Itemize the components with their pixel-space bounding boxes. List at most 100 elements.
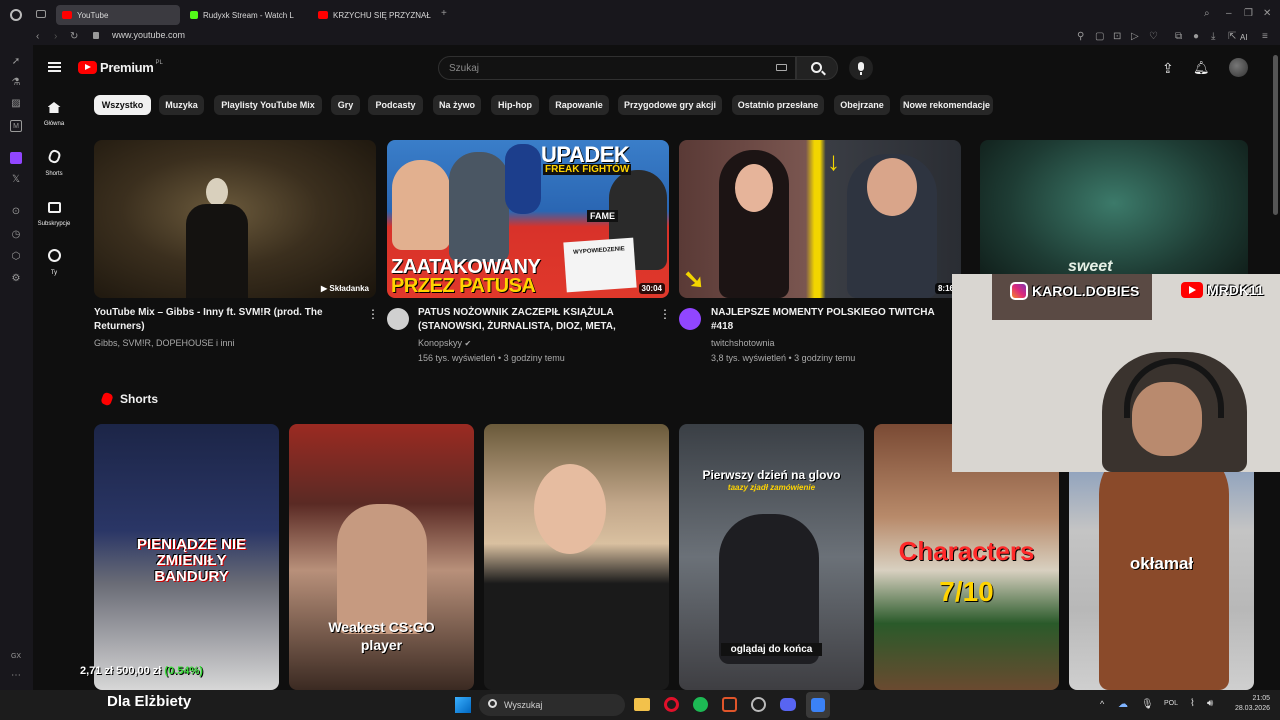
twitch-icon[interactable] [10,152,22,164]
brave-icon[interactable] [722,697,737,712]
maximize-icon[interactable]: ❐ [1244,9,1253,19]
chip-hiphop[interactable]: Hip-hop [491,95,539,115]
sidebar-item-subscriptions[interactable]: Subskrypcje [33,200,75,227]
lock-icon [93,32,99,39]
video-thumbnail[interactable]: UPADEK FREAK FIGHTÓW FAME WYPOWIEDZENIE … [387,140,669,298]
search-tabs-icon[interactable]: ⌕ [1204,9,1210,19]
extension-icon[interactable]: ⊡ [1113,32,1121,42]
video-channel[interactable]: twitchshotownia [711,336,775,350]
discord-icon[interactable] [780,698,796,711]
settings-icon[interactable]: ⚙ [10,273,22,285]
app-icon[interactable] [751,697,766,712]
chip-live[interactable]: Na żywo [433,95,481,115]
tab-kick[interactable]: Rudyxk Stream - Watch L [184,5,308,25]
clock[interactable]: 21:05 28.03.2026 [1226,694,1270,714]
image-icon[interactable]: ▨ [10,98,22,110]
chip-youtube-mix[interactable]: Playlisty YouTube Mix [214,95,322,115]
video-channel[interactable]: Konopskyy ✔ [418,336,471,351]
hamburger-menu-icon[interactable] [48,62,61,72]
opera-logo-icon[interactable] [10,9,22,21]
short-card[interactable]: PIENIĄDZE NIE ZMIENIŁY BANDURY [94,424,279,690]
short-card[interactable] [484,424,669,690]
cube-icon[interactable]: ⬡ [10,251,22,263]
flask-icon[interactable]: ⚗ [10,77,22,89]
arrow-icon[interactable]: ➚ [10,56,22,68]
keyboard-icon[interactable] [776,64,787,71]
ai-label[interactable]: AI [1240,33,1248,43]
player-icon[interactable]: ▷ [1131,32,1139,42]
tab-youtube[interactable]: YouTube [56,5,180,25]
pin-icon[interactable]: ⚲ [1077,32,1084,42]
channel-avatar[interactable] [387,308,409,330]
language-indicator[interactable]: POL [1164,700,1178,707]
chip-new-recommendations[interactable]: Nowe rekomendacje [900,95,993,115]
voice-search-button[interactable] [849,56,873,80]
chip-podcasts[interactable]: Podcasty [368,95,423,115]
back-icon[interactable]: ‹ [36,32,39,42]
thumbnail-text: WYPOWIEDZENIE [563,237,637,293]
tab-switcher-icon[interactable] [36,10,46,18]
active-app-icon[interactable] [806,692,830,718]
taskbar-search[interactable]: Wyszukaj [479,694,625,716]
history-icon[interactable]: ◷ [10,229,22,241]
volume-icon[interactable]: 🔊︎ [1207,698,1213,709]
x-twitter-icon[interactable]: 𝕏 [10,174,22,186]
more-options-icon[interactable]: ⋮ [367,307,379,321]
download-icon[interactable]: ⤓ [1211,32,1215,42]
chip-watched[interactable]: Obejrzane [834,95,890,115]
spotify-icon[interactable] [693,697,708,712]
search-input[interactable] [449,57,749,79]
instagram-badge: KAROL.DOBIES [1010,282,1139,300]
tray-chevron-icon[interactable]: ^ [1100,699,1104,709]
network-tray-icon[interactable]: ☁ [1118,699,1128,710]
profile-icon[interactable]: ● [1193,32,1199,42]
channel-avatar[interactable] [679,308,701,330]
sidebar-item-you[interactable]: Ty [33,249,75,276]
file-explorer-icon[interactable] [634,698,650,711]
url-field[interactable]: www.youtube.com [112,30,185,40]
video-title[interactable]: PATUS NOŻOWNIK ZACZEPIŁ KSIĄŻULA (STANOW… [418,306,648,334]
microphone-tray-icon[interactable]: 🎙︎ [1141,699,1154,710]
close-window-icon[interactable]: ✕ [1263,9,1271,19]
sidebar-item-label: Subskrypcje [37,221,71,227]
wifi-icon[interactable]: ⌇ [1190,698,1195,709]
windows-start-icon[interactable] [455,697,471,713]
notifications-icon[interactable]: 🔔︎ [1193,60,1210,76]
short-card[interactable]: Pierwszy dzień na glovo taazy zjadł zamó… [679,424,864,690]
heart-icon[interactable]: ♡ [1149,32,1158,42]
messenger-icon[interactable]: M [10,120,22,132]
share-icon[interactable]: ⇱ [1228,32,1236,42]
upload-icon[interactable]: ⇪ [1162,60,1174,77]
video-thumbnail[interactable]: ↓ ➘ 8:16 [679,140,961,298]
screenshot-icon[interactable]: ▢ [1095,32,1104,42]
menu-icon[interactable]: ≡ [1262,32,1268,42]
tab-video[interactable]: KRZYCHU SIĘ PRZYZNAŁ [312,5,436,25]
video-title[interactable]: NAJLEPSZE MOMENTY POLSKIEGO TWITCHA #418 [711,306,941,334]
chip-recently-uploaded[interactable]: Ostatnio przesłane [732,95,824,115]
video-thumbnail[interactable]: ▶ Składanka [94,140,376,298]
chip-music[interactable]: Muzyka [159,95,204,115]
scrollbar[interactable] [1273,55,1278,215]
short-card[interactable]: Weakest CS:GO player [289,424,474,690]
search-button[interactable] [796,56,838,80]
chip-games[interactable]: Gry [331,95,360,115]
new-tab-icon[interactable]: + [441,9,447,19]
opera-gx-icon[interactable] [664,697,679,712]
chip-action-adventure[interactable]: Przygodowe gry akcji [618,95,722,115]
avatar[interactable] [1229,58,1248,77]
forward-icon[interactable]: › [54,32,57,42]
play-circle-icon[interactable]: ⊙ [10,206,22,218]
more-options-icon[interactable]: ⋮ [659,307,671,321]
youtube-premium-logo[interactable]: Premium PL [78,60,163,75]
extensions-icon[interactable]: ⧉ [1175,32,1182,42]
chip-all[interactable]: Wszystko [94,95,151,115]
video-title[interactable]: YouTube Mix – Gibbs - Inny ft. SVM!R (pr… [94,306,354,334]
more-icon[interactable]: ⋯ [10,670,22,682]
sidebar-item-home[interactable]: Główna [33,100,75,127]
sidebar-item-shorts[interactable]: Shorts [33,148,75,177]
reload-icon[interactable]: ↻ [70,32,78,42]
video-channel[interactable]: Gibbs, SVM!R, DOPEHOUSE i inni [94,336,235,350]
gx-label[interactable]: GX [10,651,22,663]
minimize-icon[interactable]: – [1226,9,1232,19]
chip-rap[interactable]: Rapowanie [549,95,609,115]
